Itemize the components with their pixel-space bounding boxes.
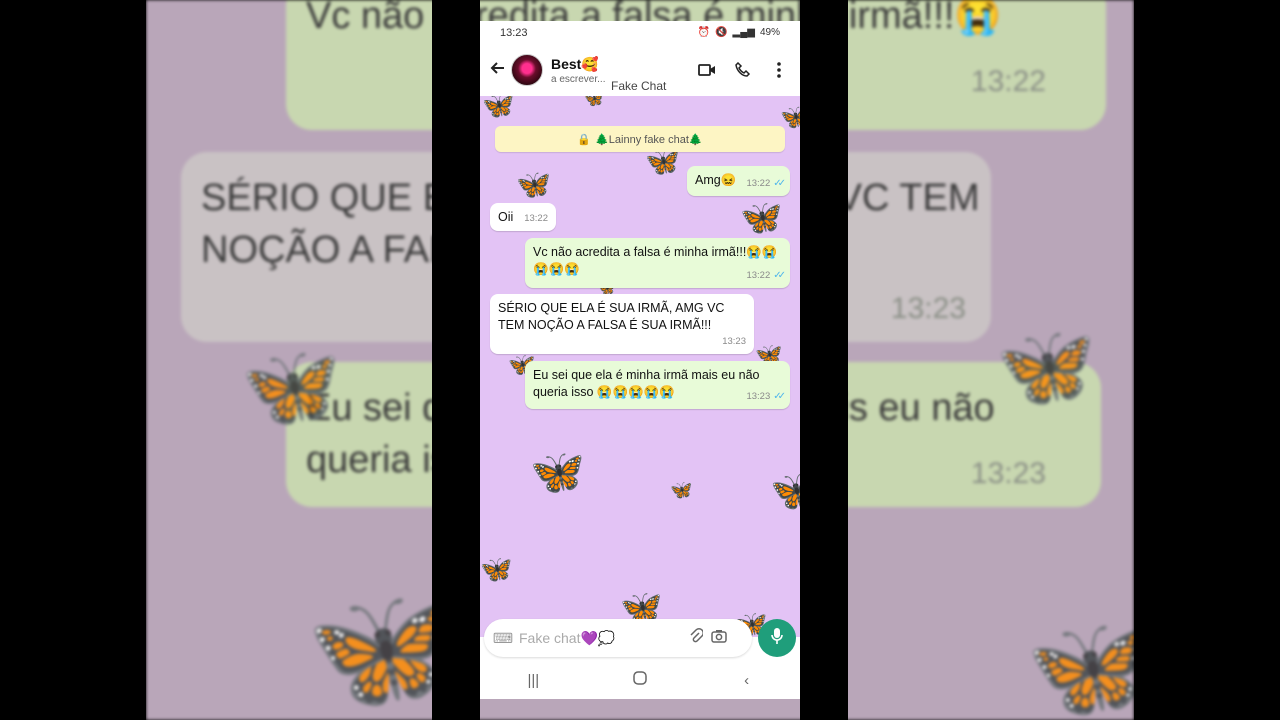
- butterfly-icon: 🦋: [740, 199, 783, 237]
- mic-button[interactable]: [758, 619, 796, 657]
- double-tick-icon: ✓✓: [773, 178, 786, 189]
- more-vert-icon[interactable]: [768, 59, 790, 81]
- nav-recents-icon[interactable]: |||: [513, 672, 553, 689]
- butterfly-icon: 🦋: [480, 554, 513, 584]
- message-meta: 13:22 ✓✓: [746, 267, 786, 284]
- message-bubble-out[interactable]: Eu sei que ela é minha irmã mais eu não …: [525, 361, 790, 409]
- lock-icon: 🔒: [577, 133, 592, 146]
- system-nav-bar: ||| ‹: [480, 661, 800, 699]
- message-meta: 13:23: [722, 333, 746, 350]
- avatar[interactable]: [511, 54, 543, 86]
- status-icons: ⏰ 🔇 ▂▄▆ 49%: [698, 27, 780, 38]
- back-arrow-icon[interactable]: [485, 60, 511, 81]
- message-time: 13:23: [722, 336, 746, 347]
- edge-right: [1134, 0, 1280, 720]
- bg-butterfly-icon: 🦋: [1026, 612, 1134, 720]
- message-time: 13:23: [746, 391, 771, 402]
- double-tick-icon: ✓✓: [773, 391, 786, 402]
- nav-back-icon[interactable]: ‹: [727, 672, 767, 689]
- video-call-icon[interactable]: [696, 59, 718, 81]
- contact-name: Best🥰: [551, 55, 599, 72]
- chat-area[interactable]: 🦋 🦋 🦋 🦋 🦋 🦋 🦋 🦋 🦋 🦋 🦋 🦋 🦋 🦋 🦋 🔒 🌲Lainny …: [480, 96, 800, 637]
- status-time: 13:23: [500, 26, 528, 39]
- message-bubble-in[interactable]: Oii 13:22: [490, 203, 556, 231]
- message-text: Amg😖: [695, 173, 737, 187]
- message-text: Vc não acredita a falsa é minha irmã!!!😭…: [533, 245, 778, 276]
- message-bubble-in[interactable]: SÉRIO QUE ELA É SUA IRMÃ, AMG VC TEM NOÇ…: [490, 294, 754, 354]
- message-time: 13:22: [746, 178, 771, 189]
- message-time: 13:22: [524, 213, 548, 224]
- message-input[interactable]: [517, 629, 681, 647]
- encryption-note[interactable]: 🔒 🌲Lainny fake chat🌲: [495, 126, 785, 152]
- edge-left: [0, 0, 146, 720]
- phone-icon[interactable]: [732, 59, 754, 81]
- butterfly-icon: 🦋: [482, 96, 515, 120]
- bg-time-2: 13:23: [890, 292, 966, 325]
- message-meta: 13:22: [524, 210, 548, 227]
- message-text: Eu sei que ela é minha irmã mais eu não …: [533, 368, 760, 399]
- contact-status: a escrever...: [551, 73, 606, 85]
- bg-time-1: 13:22: [970, 65, 1046, 98]
- message-text: SÉRIO QUE ELA É SUA IRMÃ, AMG VC TEM NOÇ…: [498, 301, 725, 332]
- encryption-note-text: 🌲Lainny fake chat🌲: [595, 133, 703, 146]
- bg-time-3: 13:23: [970, 457, 1046, 490]
- butterfly-icon: 🦋: [645, 146, 680, 177]
- butterfly-icon: 🦋: [516, 169, 551, 200]
- phone-screen: 13:23 ⏰ 🔇 ▂▄▆ 49% Best🥰 a escrever... Fa…: [480, 21, 800, 699]
- header-subtitle: Fake Chat: [611, 79, 667, 93]
- attach-icon[interactable]: [689, 628, 704, 648]
- butterfly-icon: 🦋: [770, 469, 800, 513]
- bg-butterfly-icon: 🦋: [241, 342, 341, 431]
- contact-info[interactable]: Best🥰 a escrever...: [551, 56, 605, 85]
- signal-icon: ▂▄▆: [732, 27, 755, 38]
- alarm-icon: ⏰: [697, 27, 711, 38]
- battery-level: 49%: [759, 27, 780, 38]
- message-text: Oii: [498, 210, 514, 224]
- status-bar: 13:23 ⏰ 🔇 ▂▄▆ 49%: [480, 21, 800, 44]
- mic-icon: [771, 627, 783, 650]
- butterfly-icon: 🦋: [670, 480, 693, 500]
- bg-butterfly-icon: 🦋: [996, 322, 1096, 411]
- message-bubble-out[interactable]: Vc não acredita a falsa é minha irmã!!!😭…: [525, 238, 790, 288]
- message-meta: 13:23 ✓✓: [746, 388, 786, 405]
- butterfly-icon: 🦋: [780, 104, 800, 131]
- frame-right: [800, 0, 848, 720]
- butterfly-icon: 🦋: [584, 96, 604, 108]
- message-meta: 13:22 ✓✓: [746, 175, 786, 192]
- header-actions: [696, 59, 790, 81]
- keyboard-icon[interactable]: ⌨: [492, 630, 514, 647]
- message-time: 13:22: [746, 270, 771, 281]
- double-tick-icon: ✓✓: [773, 270, 786, 281]
- message-composer: ⌨: [484, 619, 752, 657]
- nav-home-icon[interactable]: [620, 671, 660, 689]
- mute-icon: 🔇: [715, 27, 728, 38]
- chat-header: Best🥰 a escrever... Fake Chat: [480, 44, 800, 96]
- message-bubble-out[interactable]: Amg😖 13:22 ✓✓: [687, 166, 790, 196]
- butterfly-icon: 🦋: [530, 448, 585, 497]
- camera-icon[interactable]: [711, 629, 727, 647]
- frame-left: [432, 0, 480, 720]
